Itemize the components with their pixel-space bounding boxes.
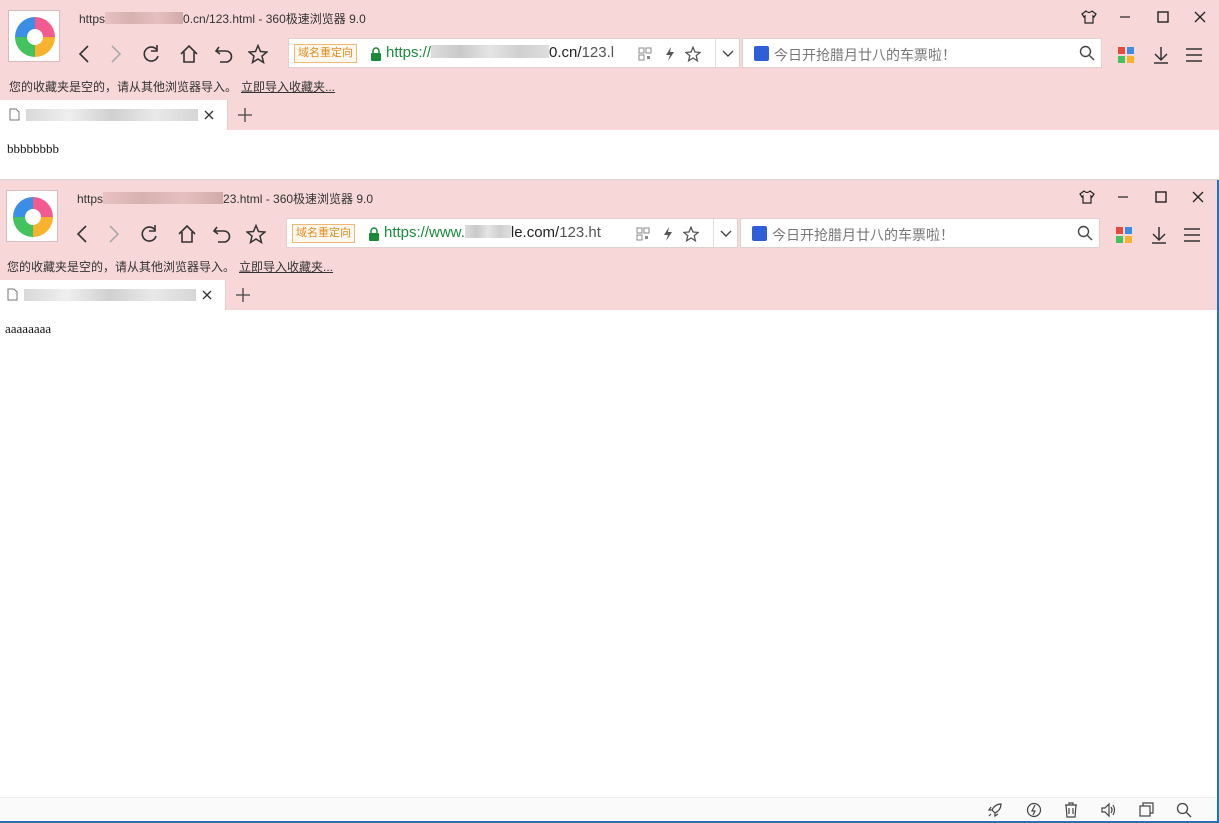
browser-window-1: https 0.cn/123.html - 360极速浏览器 9.0 域名重定向… — [0, 0, 1219, 180]
qr-code-icon[interactable] — [635, 226, 651, 242]
skin-shirt-icon[interactable] — [1072, 184, 1102, 210]
status-bar — [0, 797, 1217, 821]
maximize-icon[interactable] — [1148, 4, 1178, 30]
lightning-icon[interactable] — [660, 226, 676, 242]
back-button[interactable] — [68, 220, 96, 248]
title-suffix: 23.html - 360极速浏览器 9.0 — [223, 192, 374, 206]
menu-icon[interactable] — [1182, 43, 1206, 67]
lock-icon — [370, 47, 382, 66]
chevron-down-icon[interactable] — [718, 226, 734, 242]
separator — [713, 219, 714, 247]
minimize-icon[interactable] — [1108, 184, 1138, 210]
tab-close-icon[interactable] — [203, 108, 215, 126]
acceleration-icon[interactable] — [1026, 802, 1042, 818]
url-scheme: https://www. — [384, 224, 465, 241]
address-star-icon[interactable] — [683, 226, 699, 242]
close-icon[interactable] — [1183, 184, 1213, 210]
redirect-badge[interactable]: 域名重定向 — [294, 44, 357, 63]
favorites-bar: 您的收藏夹是空的，请从其他浏览器导入。 立即导入收藏夹... — [9, 78, 335, 95]
search-icon[interactable] — [1079, 45, 1095, 66]
redacted-text — [464, 225, 511, 238]
search-box[interactable]: 今日开抢腊月廿八的车票啦！ — [742, 38, 1102, 68]
url-path: 123.ht — [559, 224, 601, 241]
address-bar[interactable]: 域名重定向 https://www. le.com/123.ht — [286, 218, 738, 248]
import-favorites-link[interactable]: 立即导入收藏夹... — [239, 260, 333, 274]
baidu-paw-icon — [754, 46, 769, 61]
separator — [715, 39, 716, 67]
browser-window-2: https 23.html - 360极速浏览器 9.0 域名重定向 https… — [0, 180, 1219, 823]
lock-icon — [368, 227, 380, 246]
reload-button[interactable] — [135, 220, 163, 248]
title-prefix: https — [77, 192, 104, 206]
url-text[interactable]: https:// 0.cn/123.l — [386, 44, 614, 61]
window-icon[interactable] — [1138, 802, 1154, 818]
lightning-icon[interactable] — [662, 46, 678, 62]
minimize-icon[interactable] — [1110, 4, 1140, 30]
forward-button[interactable] — [102, 40, 130, 68]
search-suggestion[interactable]: 今日开抢腊月廿八的车票啦！ — [772, 225, 954, 245]
download-icon[interactable] — [1149, 43, 1173, 67]
redacted-tab-title — [24, 289, 196, 301]
favorites-empty-text: 您的收藏夹是空的，请从其他浏览器导入。 — [7, 260, 236, 274]
back-button[interactable] — [70, 40, 98, 68]
url-scheme: https:// — [386, 44, 432, 61]
url-host: 0.cn/ — [549, 44, 582, 61]
page-text: aaaaaaaa — [5, 321, 52, 336]
search-icon[interactable] — [1176, 802, 1192, 818]
favorites-empty-text: 您的收藏夹是空的，请从其他浏览器导入。 — [9, 80, 238, 94]
import-favorites-link[interactable]: 立即导入收藏夹... — [241, 80, 335, 94]
sound-icon[interactable] — [1100, 802, 1116, 818]
address-star-icon[interactable] — [685, 46, 701, 62]
forward-button[interactable] — [100, 220, 128, 248]
apps-grid-icon[interactable] — [1112, 223, 1136, 247]
bookmark-star-button[interactable] — [244, 40, 272, 68]
redacted-text — [431, 45, 550, 58]
url-path: 123.l — [581, 44, 615, 61]
browser-chrome: https 23.html - 360极速浏览器 9.0 域名重定向 https… — [0, 180, 1217, 310]
undo-close-button[interactable] — [208, 220, 236, 248]
favorites-bar: 您的收藏夹是空的，请从其他浏览器导入。 立即导入收藏夹... — [7, 258, 333, 275]
search-box[interactable]: 今日开抢腊月廿八的车票啦！ — [740, 218, 1100, 248]
search-suggestion[interactable]: 今日开抢腊月廿八的车票啦！ — [774, 45, 956, 65]
page-document-icon — [9, 108, 20, 126]
tab-active[interactable] — [0, 280, 226, 310]
close-icon[interactable] — [1185, 4, 1215, 30]
redacted-text — [103, 192, 224, 204]
title-suffix: 0.cn/123.html - 360极速浏览器 9.0 — [183, 12, 366, 26]
url-text[interactable]: https://www. le.com/123.ht — [384, 224, 601, 241]
tab-active[interactable] — [0, 100, 228, 130]
maximize-icon[interactable] — [1146, 184, 1176, 210]
home-button[interactable] — [175, 40, 203, 68]
bookmark-star-button[interactable] — [242, 220, 270, 248]
redacted-text — [105, 12, 184, 24]
360-browser-logo-icon[interactable] — [8, 10, 60, 62]
address-bar[interactable]: 域名重定向 https:// 0.cn/123.l — [288, 38, 740, 68]
baidu-paw-icon — [752, 226, 767, 241]
undo-close-button[interactable] — [210, 40, 238, 68]
new-tab-button[interactable] — [232, 284, 254, 306]
menu-icon[interactable] — [1180, 223, 1204, 247]
qr-code-icon[interactable] — [637, 46, 653, 62]
window-title: https 0.cn/123.html - 360极速浏览器 9.0 — [79, 10, 366, 27]
page-text: bbbbbbbb — [7, 141, 59, 156]
url-host: le.com/ — [510, 224, 560, 241]
download-icon[interactable] — [1147, 223, 1171, 247]
home-button[interactable] — [173, 220, 201, 248]
360-browser-logo-icon[interactable] — [6, 190, 58, 242]
page-document-icon — [7, 288, 18, 306]
redacted-tab-title — [26, 109, 198, 121]
reload-button[interactable] — [137, 40, 165, 68]
tab-close-icon[interactable] — [201, 288, 213, 306]
chevron-down-icon[interactable] — [720, 46, 736, 62]
window-title: https 23.html - 360极速浏览器 9.0 — [77, 190, 373, 207]
trash-icon[interactable] — [1063, 802, 1079, 818]
apps-grid-icon[interactable] — [1114, 43, 1138, 67]
redirect-badge[interactable]: 域名重定向 — [292, 224, 355, 243]
search-icon[interactable] — [1077, 225, 1093, 246]
title-prefix: https — [79, 12, 106, 26]
new-tab-button[interactable] — [234, 104, 256, 126]
skin-shirt-icon[interactable] — [1074, 4, 1104, 30]
browser-chrome: https 0.cn/123.html - 360极速浏览器 9.0 域名重定向… — [0, 0, 1219, 130]
rocket-icon[interactable] — [987, 802, 1003, 818]
